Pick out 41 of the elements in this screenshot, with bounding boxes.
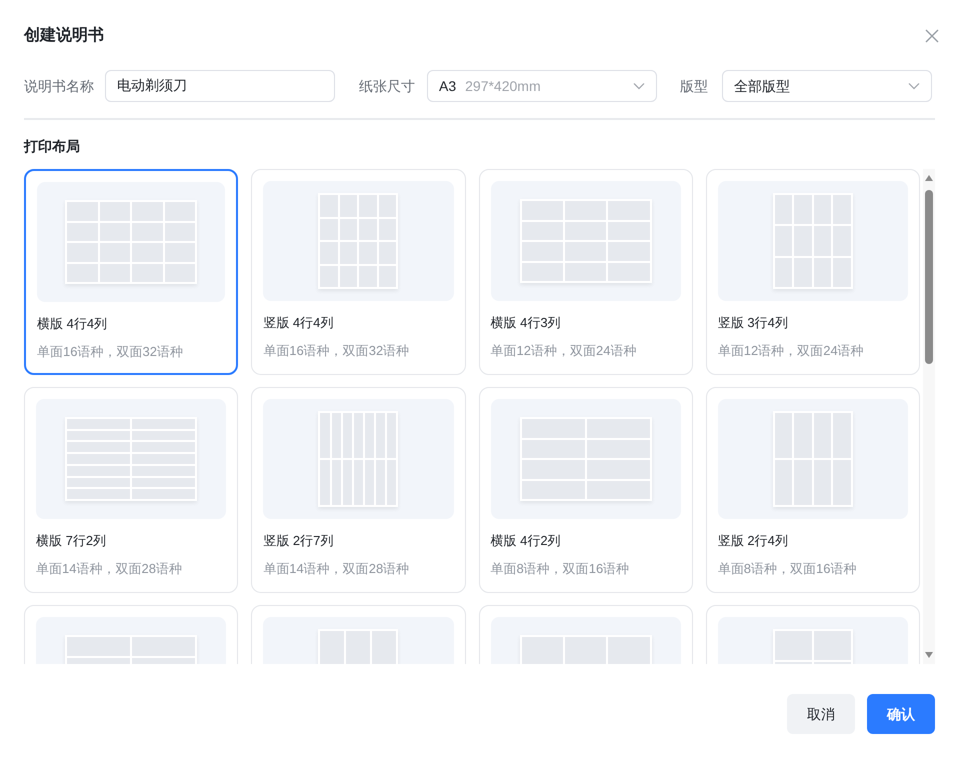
- layout-type-label: 版型: [680, 76, 709, 96]
- layout-card[interactable]: 横版 7行2列 单面14语种，双面28语种: [24, 387, 238, 593]
- section-title: 打印布局: [24, 137, 81, 156]
- chevron-down-icon: [908, 82, 920, 90]
- layout-card[interactable]: 竖版 2行7列 单面14语种，双面28语种: [251, 387, 466, 593]
- layout-card[interactable]: 竖版 2行4列 单面8语种，双面16语种: [706, 387, 920, 593]
- name-input-field[interactable]: 电动剃须刀: [105, 70, 335, 102]
- layout-card[interactable]: 横版 4行4列 单面16语种，双面32语种: [24, 169, 238, 375]
- layout-title: 横版 4行2列: [490, 532, 562, 550]
- close-icon[interactable]: [923, 27, 941, 45]
- layout-title: 横版 4行4列: [37, 315, 108, 333]
- layout-description: 单面12语种，双面24语种: [490, 342, 638, 360]
- layout-title: 横版 4行3列: [490, 314, 562, 332]
- chevron-down-icon: [633, 82, 645, 90]
- confirm-button[interactable]: 确认: [867, 694, 935, 734]
- cancel-button[interactable]: 取消: [787, 694, 855, 734]
- layout-card[interactable]: 竖版 4行4列 单面16语种，双面32语种: [251, 169, 466, 375]
- layout-description: 单面8语种，双面16语种: [490, 560, 630, 578]
- scrollbar-thumb[interactable]: [925, 190, 933, 364]
- name-label: 说明书名称: [24, 76, 95, 96]
- layout-title: 竖版 2行7列: [263, 532, 334, 550]
- layout-title: 竖版 3行4列: [718, 314, 789, 332]
- layout-title: 竖版 4行4列: [263, 314, 334, 332]
- layout-type-select[interactable]: 全部版型: [722, 70, 932, 102]
- layout-description: 单面16语种，双面32语种: [263, 342, 410, 360]
- layout-card[interactable]: 横版 4行3列 单面12语种，双面24语种: [478, 169, 693, 375]
- paper-size-label: 纸张尺寸: [359, 76, 416, 96]
- layout-description: 单面14语种，双面28语种: [263, 560, 410, 578]
- layout-card[interactable]: 横版 4行2列 单面8语种，双面16语种: [478, 387, 693, 593]
- dialog-title: 创建说明书: [24, 26, 104, 46]
- layout-description: 单面12语种，双面24语种: [718, 342, 865, 360]
- layout-title: 横版 7行2列: [36, 532, 108, 550]
- scrollbar[interactable]: [923, 169, 935, 664]
- paper-size-select[interactable]: A3 297*420mm: [427, 70, 657, 102]
- scroll-down-icon[interactable]: [925, 652, 933, 658]
- layout-title: 竖版 2行4列: [718, 532, 789, 550]
- layout-description: 单面16语种，双面32语种: [37, 342, 184, 360]
- layout-description: 单面8语种，双面16语种: [718, 560, 858, 578]
- scroll-up-icon[interactable]: [925, 175, 933, 181]
- layout-card[interactable]: 竖版 3行4列 单面12语种，双面24语种: [706, 169, 920, 375]
- layout-description: 单面14语种，双面28语种: [36, 560, 183, 578]
